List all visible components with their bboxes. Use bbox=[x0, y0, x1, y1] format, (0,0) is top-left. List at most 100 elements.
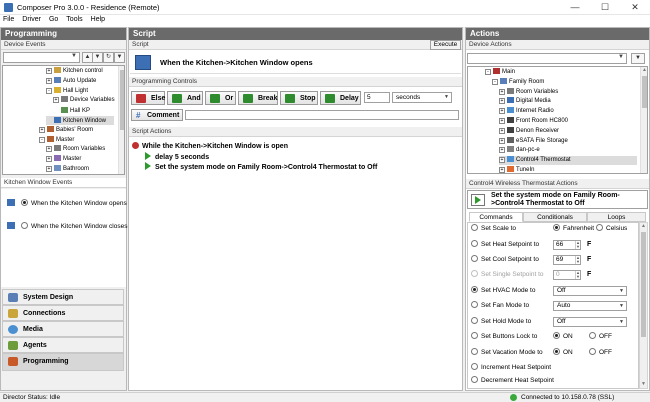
expand-icon[interactable]: + bbox=[46, 77, 52, 84]
script-action-delay[interactable]: delay 5 seconds bbox=[145, 152, 209, 161]
cmd-set-scale-radio[interactable] bbox=[471, 224, 478, 231]
expand-icon[interactable]: + bbox=[46, 68, 52, 74]
tree-node[interactable]: + eSATA File Storage bbox=[499, 136, 637, 146]
tree-node[interactable]: - Master bbox=[39, 135, 114, 145]
device-events-scrollbar[interactable] bbox=[118, 66, 124, 174]
cmd-set-hvac-mode[interactable]: Set HVAC Mode to bbox=[471, 286, 535, 297]
refresh-icon[interactable]: ↻ bbox=[103, 52, 114, 63]
tree-node[interactable]: + Kitchen control bbox=[46, 67, 114, 76]
scroll-up-icon[interactable]: ▲ bbox=[640, 223, 647, 230]
script-action-while[interactable]: While the Kitchen->Kitchen Window is ope… bbox=[132, 142, 288, 150]
cmd-set-cool-setpoint[interactable]: Set Cool Setpoint to bbox=[471, 255, 539, 266]
tree-node[interactable]: + TuneIn bbox=[499, 166, 637, 173]
comment-input[interactable] bbox=[185, 110, 459, 120]
tree-node[interactable]: + Denon Receiver bbox=[499, 126, 637, 136]
script-action-set-mode[interactable]: Set the system mode on Family Room->Cont… bbox=[145, 162, 377, 171]
comment-button[interactable]: # Comment bbox=[131, 109, 183, 121]
event-opens[interactable]: When the Kitchen Window opens bbox=[7, 199, 127, 207]
vacation-off[interactable]: OFF bbox=[589, 348, 612, 359]
tree-node[interactable]: - Main bbox=[485, 68, 637, 77]
tree-node[interactable]: + Room Variables bbox=[499, 87, 637, 97]
expand-icon[interactable]: + bbox=[46, 166, 52, 172]
maximize-button[interactable]: ☐ bbox=[590, 0, 620, 15]
filter-icon[interactable]: ▼ bbox=[631, 53, 645, 64]
break-button[interactable]: Break bbox=[238, 91, 278, 105]
collapse-icon[interactable]: - bbox=[492, 78, 498, 85]
cmd-set-scale[interactable]: Set Scale to bbox=[471, 224, 516, 235]
menu-file[interactable]: File bbox=[0, 15, 18, 23]
expand-icon[interactable]: + bbox=[499, 127, 505, 134]
tree-node[interactable]: - Family Room bbox=[492, 77, 637, 87]
nav-agents[interactable]: Agents bbox=[2, 337, 124, 353]
delay-unit-select[interactable]: seconds ▼ bbox=[392, 92, 452, 103]
tree-node[interactable]: + Internet Radio bbox=[499, 107, 637, 116]
device-events-search[interactable]: ▼ bbox=[3, 52, 80, 63]
cmd-increment-heat-setpoint[interactable]: Increment Heat Setpoint bbox=[471, 363, 551, 374]
expand-icon[interactable]: + bbox=[39, 126, 45, 133]
expand-icon[interactable]: + bbox=[53, 97, 59, 104]
menu-driver[interactable]: Driver bbox=[18, 15, 45, 23]
collapse-icon[interactable]: - bbox=[46, 87, 52, 94]
device-actions-scrollbar[interactable]: ▲ bbox=[640, 67, 647, 173]
device-actions-search[interactable]: ▼ bbox=[467, 53, 627, 64]
chevron-down-icon[interactable]: ▼ bbox=[92, 52, 103, 63]
tree-node[interactable]: Hall KP bbox=[53, 106, 114, 115]
tree-node[interactable]: + Device Variables bbox=[53, 96, 115, 105]
buttons-lock-on[interactable]: ON bbox=[553, 332, 573, 343]
nav-system-design[interactable]: System Design bbox=[2, 289, 124, 305]
cmd-set-buttons-lock[interactable]: Set Buttons Lock to bbox=[471, 332, 537, 343]
scale-celsius[interactable]: Celsius bbox=[596, 224, 627, 235]
expand-icon[interactable]: + bbox=[499, 98, 505, 105]
tree-node[interactable]: + dan-pc-e bbox=[499, 146, 637, 155]
expand-icon[interactable]: + bbox=[499, 167, 505, 173]
tree-node[interactable]: + Bathroom bbox=[46, 165, 114, 174]
delay-value-input[interactable]: 5 bbox=[364, 92, 390, 103]
expand-icon[interactable]: + bbox=[499, 108, 505, 115]
cmd-decrement-heat-setpoint[interactable]: Decrement Heat Setpoint bbox=[471, 376, 554, 387]
tree-node[interactable]: + Master bbox=[46, 155, 114, 164]
delay-button[interactable]: Delay bbox=[320, 91, 361, 105]
buttons-lock-off[interactable]: OFF bbox=[589, 332, 612, 343]
tree-node[interactable]: + Front Room HC800 bbox=[499, 117, 637, 126]
expand-icon[interactable]: + bbox=[46, 146, 52, 153]
tab-conditionals[interactable]: Conditionals bbox=[523, 212, 587, 222]
tree-node[interactable]: + Room Variables bbox=[46, 145, 114, 154]
fan-mode-select[interactable]: Auto ▼ bbox=[553, 301, 627, 311]
cmd-set-heat-setpoint[interactable]: Set Heat Setpoint to bbox=[471, 240, 539, 251]
menu-go[interactable]: Go bbox=[45, 15, 62, 23]
cmd-set-fan-mode[interactable]: Set Fan Mode to bbox=[471, 301, 529, 312]
menu-help[interactable]: Help bbox=[87, 15, 109, 23]
hvac-mode-select[interactable]: Off ▼ bbox=[553, 286, 627, 296]
tree-node[interactable]: + Babies' Room bbox=[39, 125, 114, 135]
vacation-on[interactable]: ON bbox=[553, 348, 573, 359]
tree-node[interactable]: + Auto Update bbox=[46, 76, 114, 86]
cool-setpoint-input[interactable]: 69 ▲ ▼ bbox=[553, 255, 581, 265]
event-closes[interactable]: When the Kitchen Window closes bbox=[7, 222, 127, 230]
nav-connections[interactable]: Connections bbox=[2, 305, 124, 321]
commands-scrollbar[interactable]: ▲ ▼ bbox=[639, 222, 648, 389]
scroll-down-icon[interactable]: ▼ bbox=[640, 381, 647, 388]
cmd-set-hold-mode[interactable]: Set Hold Mode to bbox=[471, 317, 531, 328]
tree-node[interactable]: + Digital Media bbox=[499, 97, 637, 106]
scale-fahrenheit[interactable]: Fahrenheit bbox=[553, 224, 594, 235]
heat-setpoint-input[interactable]: 66 ▲ ▼ bbox=[553, 240, 581, 250]
or-button[interactable]: Or bbox=[205, 91, 236, 105]
expand-icon[interactable]: + bbox=[499, 88, 505, 95]
expand-icon[interactable]: + bbox=[499, 118, 505, 124]
tab-loops[interactable]: Loops bbox=[587, 212, 646, 222]
nav-media[interactable]: Media bbox=[2, 321, 124, 337]
tab-commands[interactable]: Commands bbox=[469, 212, 523, 222]
else-button[interactable]: Else bbox=[131, 91, 165, 105]
execute-button[interactable]: Execute bbox=[430, 40, 461, 50]
collapse-icon[interactable]: - bbox=[39, 136, 45, 143]
event-opens-radio[interactable] bbox=[21, 199, 28, 206]
expand-icon[interactable]: + bbox=[499, 157, 505, 164]
nav-programming[interactable]: Programming bbox=[2, 353, 124, 371]
tree-node[interactable]: Kitchen Window bbox=[46, 116, 114, 125]
minimize-button[interactable]: — bbox=[560, 0, 590, 15]
event-closes-radio[interactable] bbox=[21, 222, 28, 229]
and-button[interactable]: And bbox=[167, 91, 203, 105]
hold-mode-select[interactable]: Off ▼ bbox=[553, 317, 627, 327]
menu-tools[interactable]: Tools bbox=[62, 15, 86, 23]
close-button[interactable]: ✕ bbox=[620, 0, 650, 15]
